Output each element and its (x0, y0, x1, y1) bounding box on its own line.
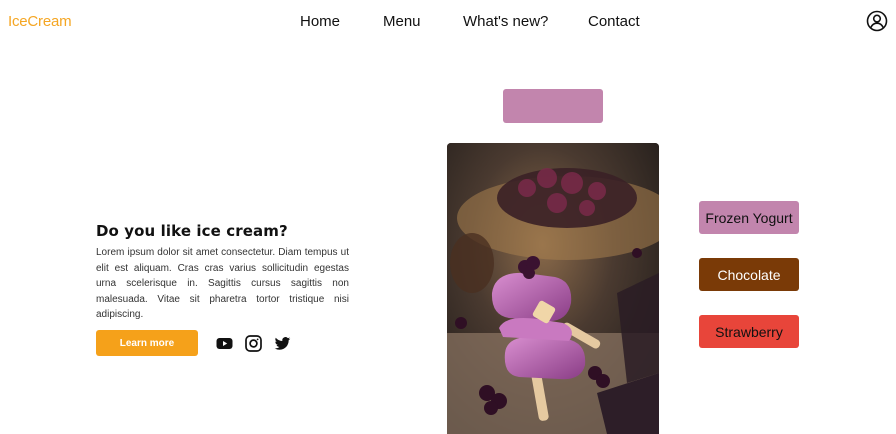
ice-cream-photo (447, 143, 659, 434)
instagram-icon[interactable] (245, 334, 262, 352)
flavor-chocolate-button[interactable]: Chocolate (699, 258, 799, 291)
cta-row: Learn more (96, 330, 291, 356)
nav-contact[interactable]: Contact (588, 13, 640, 30)
twitter-icon[interactable] (274, 335, 291, 352)
social-links (216, 334, 291, 352)
hero-description: Lorem ipsum dolor sit amet consectetur. … (96, 247, 349, 321)
hero-section: Do you like ice cream? Lorem ipsum dolor… (96, 222, 349, 323)
flavor-strawberry-button[interactable]: Strawberry (699, 315, 799, 348)
youtube-icon[interactable] (216, 335, 233, 352)
flavor-frozen-yogurt-button[interactable]: Frozen Yogurt (699, 201, 799, 234)
nav-whats-new[interactable]: What's new? (463, 13, 548, 30)
user-circle-icon[interactable] (866, 10, 888, 32)
nav-menu[interactable]: Menu (383, 13, 421, 30)
learn-more-button[interactable]: Learn more (96, 330, 198, 356)
hero-title: Do you like ice cream? (96, 222, 288, 240)
selected-flavor-swatch (503, 89, 603, 123)
nav-home[interactable]: Home (300, 13, 340, 30)
logo[interactable]: IceCream (8, 13, 72, 30)
